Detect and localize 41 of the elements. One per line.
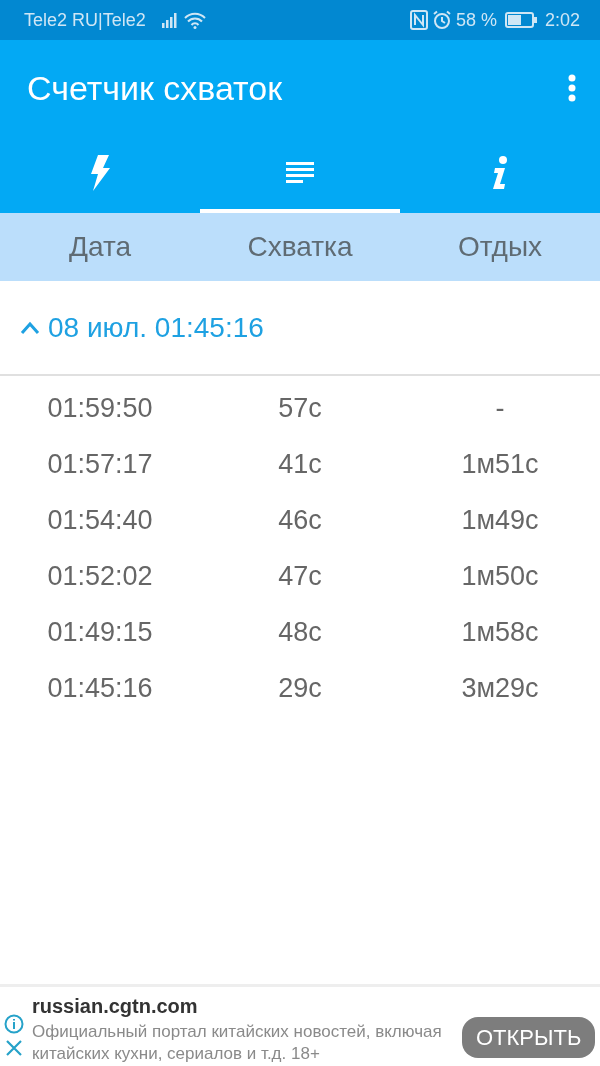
close-icon[interactable] bbox=[4, 1038, 24, 1058]
column-header: Отдых bbox=[456, 230, 544, 264]
table-cell-text: 57с bbox=[277, 391, 323, 425]
table-cell-text: 3м29с bbox=[460, 671, 540, 705]
table-cell-text: 01:52:02 bbox=[46, 559, 154, 593]
ad-text: Официальный портал китайских новостей, включая китайских кухни, сериалов и т.д. 18+ bbox=[32, 1021, 443, 1066]
wifi-icon bbox=[183, 11, 206, 29]
list-icon bbox=[286, 161, 314, 184]
clock-time: 2:02 bbox=[544, 8, 580, 32]
table-cell-text: 29с bbox=[277, 671, 323, 705]
more-icon[interactable] bbox=[568, 74, 576, 102]
ad-domain: russian.cgtn.com bbox=[32, 994, 199, 1019]
table-cell-text: 01:45:16 bbox=[46, 671, 154, 705]
nfc-icon bbox=[409, 10, 428, 30]
open-button[interactable]: ОТКРЫТЬ bbox=[462, 1017, 596, 1058]
chevron-up-icon[interactable] bbox=[20, 320, 40, 335]
table-cell-text: 46с bbox=[277, 503, 323, 537]
table-cell-text: 01:59:50 bbox=[46, 391, 154, 425]
group-date[interactable]: 08 июл. 01:45:16 bbox=[48, 306, 264, 349]
table-cell-text: 41с bbox=[277, 447, 323, 481]
table-cell-text: 1м49с bbox=[460, 503, 540, 537]
column-header: Схватка bbox=[246, 230, 354, 264]
table-cell-text: 01:57:17 bbox=[46, 447, 154, 481]
signal-icon bbox=[161, 12, 180, 28]
column-header: Дата bbox=[68, 230, 132, 264]
table-cell-text: 1м50с bbox=[460, 559, 540, 593]
table-cell-text: 47с bbox=[277, 559, 323, 593]
app-title: Счетчик схваток bbox=[27, 67, 283, 109]
table-cell-text: - bbox=[494, 391, 506, 425]
alarm-icon bbox=[431, 10, 452, 30]
table-cell-text: 01:54:40 bbox=[46, 503, 154, 537]
info-icon[interactable] bbox=[4, 1014, 24, 1034]
table-cell-text: 48с bbox=[277, 615, 323, 649]
carrier-name: Tele2 RU|Tele2 bbox=[24, 8, 146, 32]
table-cell-text: 1м51с bbox=[460, 447, 540, 481]
battery-percent: 58 % bbox=[455, 8, 497, 32]
battery-icon bbox=[504, 12, 537, 28]
lightning-icon bbox=[89, 154, 111, 191]
info-icon bbox=[491, 155, 509, 190]
table-cell-text: 01:49:15 bbox=[46, 615, 154, 649]
table-cell-text: 1м58с bbox=[460, 615, 540, 649]
